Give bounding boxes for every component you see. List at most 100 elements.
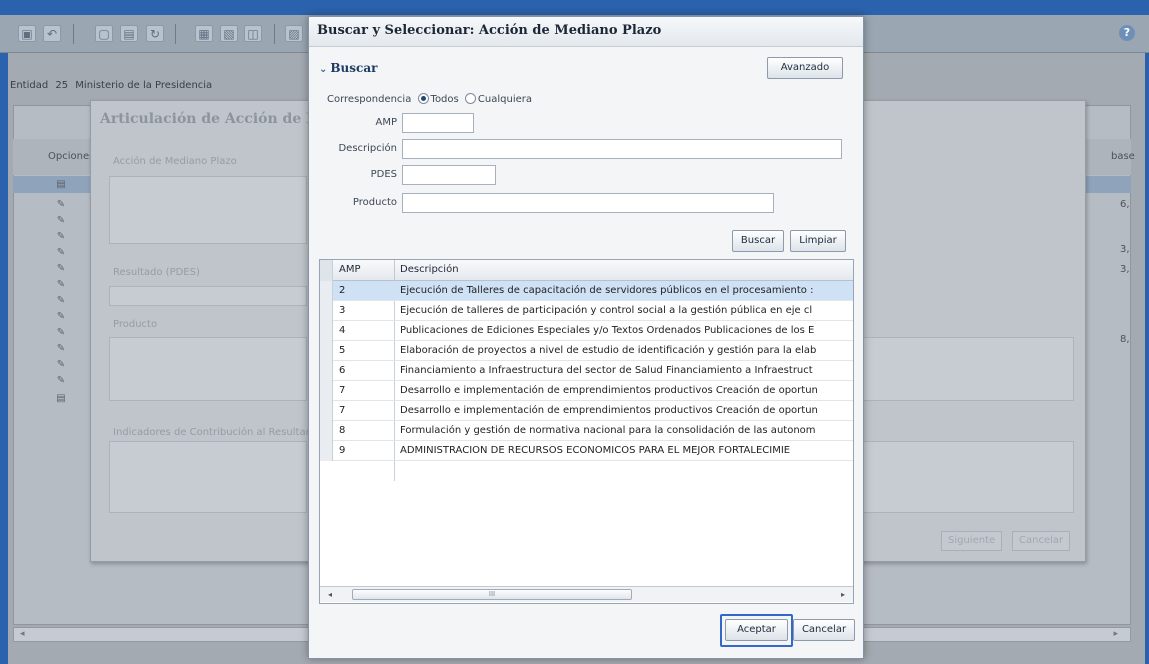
row-edit-icon[interactable]: ✎ — [53, 246, 69, 260]
cancel-button[interactable]: Cancelar — [793, 619, 855, 641]
label-indicadores: Indicadores de Contribución al Resultado — [113, 427, 308, 438]
row-edit-icon[interactable]: ✎ — [53, 358, 69, 372]
radio-any[interactable] — [464, 93, 476, 104]
advanced-button[interactable]: Avanzado — [767, 57, 843, 79]
toolbar-separator — [274, 24, 275, 44]
table-row[interactable]: 7 Desarrollo e implementación de emprendi… — [320, 401, 853, 421]
row-edit-icon[interactable]: ✎ — [53, 278, 69, 292]
table-row[interactable]: 3 Ejecución de talleres de participación … — [320, 301, 853, 321]
producto-box-right — [859, 337, 1074, 401]
cell-amp: 6 — [339, 365, 346, 376]
row-header — [320, 441, 333, 461]
row-edit-icon[interactable]: ✎ — [53, 342, 69, 356]
cell-descripcion: Elaboración de proyectos a nivel de estu… — [400, 345, 817, 356]
table-header: AMP Descripción — [320, 260, 853, 281]
row-edit-icon[interactable]: ✎ — [53, 326, 69, 340]
cell-amp: 2 — [339, 285, 346, 296]
descripcion-input[interactable] — [402, 139, 842, 159]
label-resultado: Resultado (PDES) — [113, 267, 200, 278]
producto-label: Producto — [352, 197, 397, 208]
entity-name: Ministerio de la Presidencia — [75, 80, 213, 91]
table-row[interactable]: 9 ADMINISTRACIÓN DE RECURSOS ECONÓMICOS P… — [320, 441, 853, 461]
table-row[interactable]: 4 Publicaciones de Ediciones Especiales y… — [320, 321, 853, 341]
radio-any-label[interactable]: Cualquiera — [478, 94, 532, 105]
column-header-descripcion[interactable]: Descripción — [400, 264, 459, 275]
pdes-input[interactable] — [402, 165, 496, 185]
preview-icon[interactable]: ◫ — [244, 25, 262, 42]
producto-input[interactable] — [402, 193, 774, 213]
radio-all-label[interactable]: Todos — [431, 94, 459, 105]
scroll-right-icon[interactable]: ▸ — [1113, 629, 1118, 639]
row-edit-icon[interactable]: ✎ — [53, 374, 69, 388]
column-header-base: base — [1111, 151, 1135, 162]
cell-amp: 5 — [339, 345, 346, 356]
scroll-thumb[interactable]: III — [352, 589, 632, 600]
window-left-edge — [0, 53, 8, 664]
column-header-opciones: Opciones — [48, 151, 95, 162]
indicadores-box-right — [859, 441, 1074, 513]
entity-info: Entidad 25 Ministerio de la Presidencia — [10, 80, 216, 91]
row-detail-icon[interactable]: ▤ — [53, 178, 69, 192]
entity-label: Entidad — [10, 80, 49, 91]
wizard-next-button[interactable]: Siguiente — [941, 531, 1003, 551]
amp-input[interactable] — [402, 113, 474, 133]
cell-descripcion: Financiamiento a Infraestructura del sec… — [400, 365, 813, 376]
radio-all[interactable] — [417, 93, 429, 104]
row-value: 3, — [1120, 264, 1130, 275]
scroll-right-icon[interactable]: ▸ — [836, 588, 850, 601]
column-header-amp[interactable]: AMP — [339, 264, 361, 275]
table-row[interactable]: 5 Elaboración de proyectos a nivel de est… — [320, 341, 853, 361]
table-row[interactable]: 8 Formulación y gestión de normativa naci… — [320, 421, 853, 441]
cell-amp: 8 — [339, 425, 346, 436]
dialog-titlebar[interactable]: Buscar y Seleccionar: Acción de Mediano … — [309, 17, 863, 47]
dialog-title: Buscar y Seleccionar: Acción de Mediano … — [317, 23, 662, 38]
row-detail-icon[interactable]: ▤ — [53, 392, 69, 406]
match-label: Correspondencia — [327, 94, 412, 105]
row-edit-icon[interactable]: ✎ — [53, 198, 69, 212]
undo-icon[interactable]: ↶ — [43, 25, 61, 42]
cell-descripcion: Desarrollo e implementación de emprendim… — [400, 405, 818, 416]
scroll-left-icon[interactable]: ◂ — [20, 629, 25, 639]
row-value: 6, — [1120, 199, 1130, 210]
row-header — [320, 281, 333, 301]
search-section-toggle[interactable]: ⌄ Buscar — [319, 61, 377, 75]
cell-amp: 7 — [339, 405, 346, 416]
cell-descripcion: Formulación y gestión de normativa nacio… — [400, 425, 816, 436]
image-icon[interactable]: ▨ — [285, 25, 303, 42]
row-edit-icon[interactable]: ✎ — [53, 294, 69, 308]
label-producto: Producto — [113, 319, 158, 330]
label-accion: Acción de Mediano Plazo — [113, 156, 237, 167]
cell-descripcion: Desarrollo e implementación de emprendim… — [400, 385, 818, 396]
help-icon[interactable]: ? — [1119, 25, 1135, 41]
row-edit-icon[interactable]: ✎ — [53, 230, 69, 244]
new-document-icon[interactable]: ▢ — [95, 25, 113, 42]
clear-button[interactable]: Limpiar — [790, 230, 846, 252]
scroll-left-icon[interactable]: ◂ — [323, 588, 337, 601]
row-value: 8, — [1120, 334, 1130, 345]
row-header — [320, 421, 333, 441]
resultado-box — [109, 286, 307, 306]
row-edit-icon[interactable]: ✎ — [53, 262, 69, 276]
descripcion-label: Descripción — [338, 143, 397, 154]
amp-label: AMP — [375, 117, 398, 128]
wizard-cancel-button[interactable]: Cancelar — [1012, 531, 1071, 551]
screen-icon[interactable]: ▣ — [18, 25, 36, 42]
save-icon[interactable]: ▤ — [120, 25, 138, 42]
print-icon[interactable]: ▦ — [195, 25, 213, 42]
table-horizontal-scrollbar[interactable]: ◂ III ▸ — [320, 586, 853, 602]
collapse-icon: ⌄ — [319, 64, 328, 75]
cell-descripcion: Ejecución de Talleres de capacitación de… — [400, 285, 814, 296]
row-header-corner — [320, 260, 333, 281]
row-edit-icon[interactable]: ✎ — [53, 310, 69, 324]
table-row[interactable]: 2 Ejecución de Talleres de capacitación d… — [320, 281, 853, 301]
accept-button[interactable]: Aceptar — [725, 619, 788, 641]
search-button[interactable]: Buscar — [732, 230, 784, 252]
row-edit-icon[interactable]: ✎ — [53, 214, 69, 228]
table-row[interactable]: 7 Desarrollo e implementación de emprendi… — [320, 381, 853, 401]
table-row[interactable]: 6 Financiamiento a Infraestructura del se… — [320, 361, 853, 381]
match-radio-group: Correspondencia Todos Cualquiera — [327, 93, 532, 105]
refresh-icon[interactable]: ↻ — [146, 25, 164, 42]
row-header — [320, 401, 333, 421]
export-pdf-icon[interactable]: ▧ — [220, 25, 238, 42]
row-header — [320, 341, 333, 361]
